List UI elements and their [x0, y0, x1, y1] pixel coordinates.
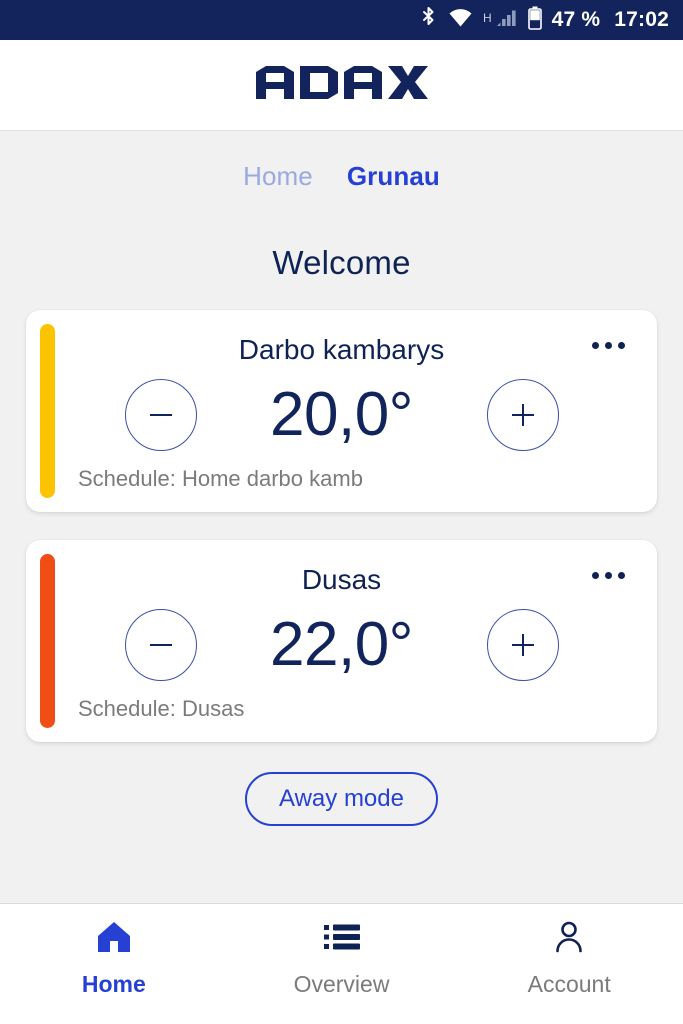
- more-options-icon[interactable]: [586, 336, 631, 355]
- network-type-label: H: [482, 10, 492, 25]
- home-tabs: Home Grunau: [0, 131, 683, 192]
- device-card[interactable]: Dusas 22,0° Schedule: Dusas: [26, 540, 657, 742]
- device-name: Darbo kambarys: [238, 334, 445, 365]
- tab-home[interactable]: Home: [243, 161, 313, 192]
- nav-label-account: Account: [527, 971, 611, 997]
- increase-temperature-button[interactable]: [486, 379, 559, 451]
- dot: [605, 572, 612, 579]
- status-bar: H 47 % 17:02: [0, 0, 683, 40]
- plus-icon: [506, 628, 540, 662]
- nav-label-home: Home: [81, 971, 146, 997]
- decrease-temperature-button[interactable]: [124, 379, 197, 451]
- device-schedule: Schedule: Dusas: [78, 696, 245, 721]
- dot: [592, 572, 599, 579]
- tab-grunau[interactable]: Grunau: [347, 161, 440, 192]
- battery-percent-label: 47 %: [551, 8, 601, 31]
- wifi-icon: [448, 8, 473, 33]
- cellular-signal-icon: [496, 8, 518, 33]
- dot: [618, 572, 625, 579]
- temperature-value: 22,0°: [270, 610, 413, 679]
- dot: [618, 342, 625, 349]
- house-icon: [97, 920, 131, 954]
- away-mode-row: Away mode: [0, 772, 683, 826]
- more-options-icon[interactable]: [586, 566, 631, 585]
- temperature-controls: 20,0°: [26, 373, 657, 457]
- increase-temperature-button[interactable]: [486, 609, 559, 681]
- plus-icon: [506, 398, 540, 432]
- adax-logo: [255, 65, 428, 105]
- clock-label: 17:02: [614, 8, 669, 31]
- person-icon: [554, 920, 584, 954]
- minus-icon: [144, 398, 178, 432]
- device-card[interactable]: Darbo kambarys 20,0° Schedule: Home darb…: [26, 310, 657, 512]
- bottom-navigation: Home Overview Account: [0, 903, 683, 1024]
- temperature-controls: 22,0°: [26, 603, 657, 687]
- main-content: Home Grunau Welcome Darbo kambarys 20,0°…: [0, 131, 683, 903]
- device-name: Dusas: [301, 564, 382, 595]
- list-icon: [323, 920, 360, 954]
- temperature-value: 20,0°: [270, 380, 413, 449]
- decrease-temperature-button[interactable]: [124, 609, 197, 681]
- page-title: Welcome: [272, 244, 411, 281]
- nav-label-overview: Overview: [293, 971, 390, 997]
- app-root: H 47 % 17:02 Home Grunau Welcome Darbo k…: [0, 0, 683, 1024]
- nav-item-home[interactable]: Home: [0, 904, 228, 1024]
- nav-item-overview[interactable]: Overview: [228, 904, 456, 1024]
- device-schedule: Schedule: Home darbo kamb: [78, 466, 363, 491]
- app-header: [0, 40, 683, 131]
- status-bar-icons: H 47 % 17:02: [419, 6, 669, 35]
- bluetooth-icon: [419, 6, 438, 35]
- dot: [592, 342, 599, 349]
- dot: [605, 342, 612, 349]
- nav-item-account[interactable]: Account: [455, 904, 683, 1024]
- device-card-list: Darbo kambarys 20,0° Schedule: Home darb…: [0, 310, 683, 742]
- away-mode-button[interactable]: Away mode: [245, 772, 438, 826]
- battery-icon: [527, 6, 542, 35]
- minus-icon: [144, 628, 178, 662]
